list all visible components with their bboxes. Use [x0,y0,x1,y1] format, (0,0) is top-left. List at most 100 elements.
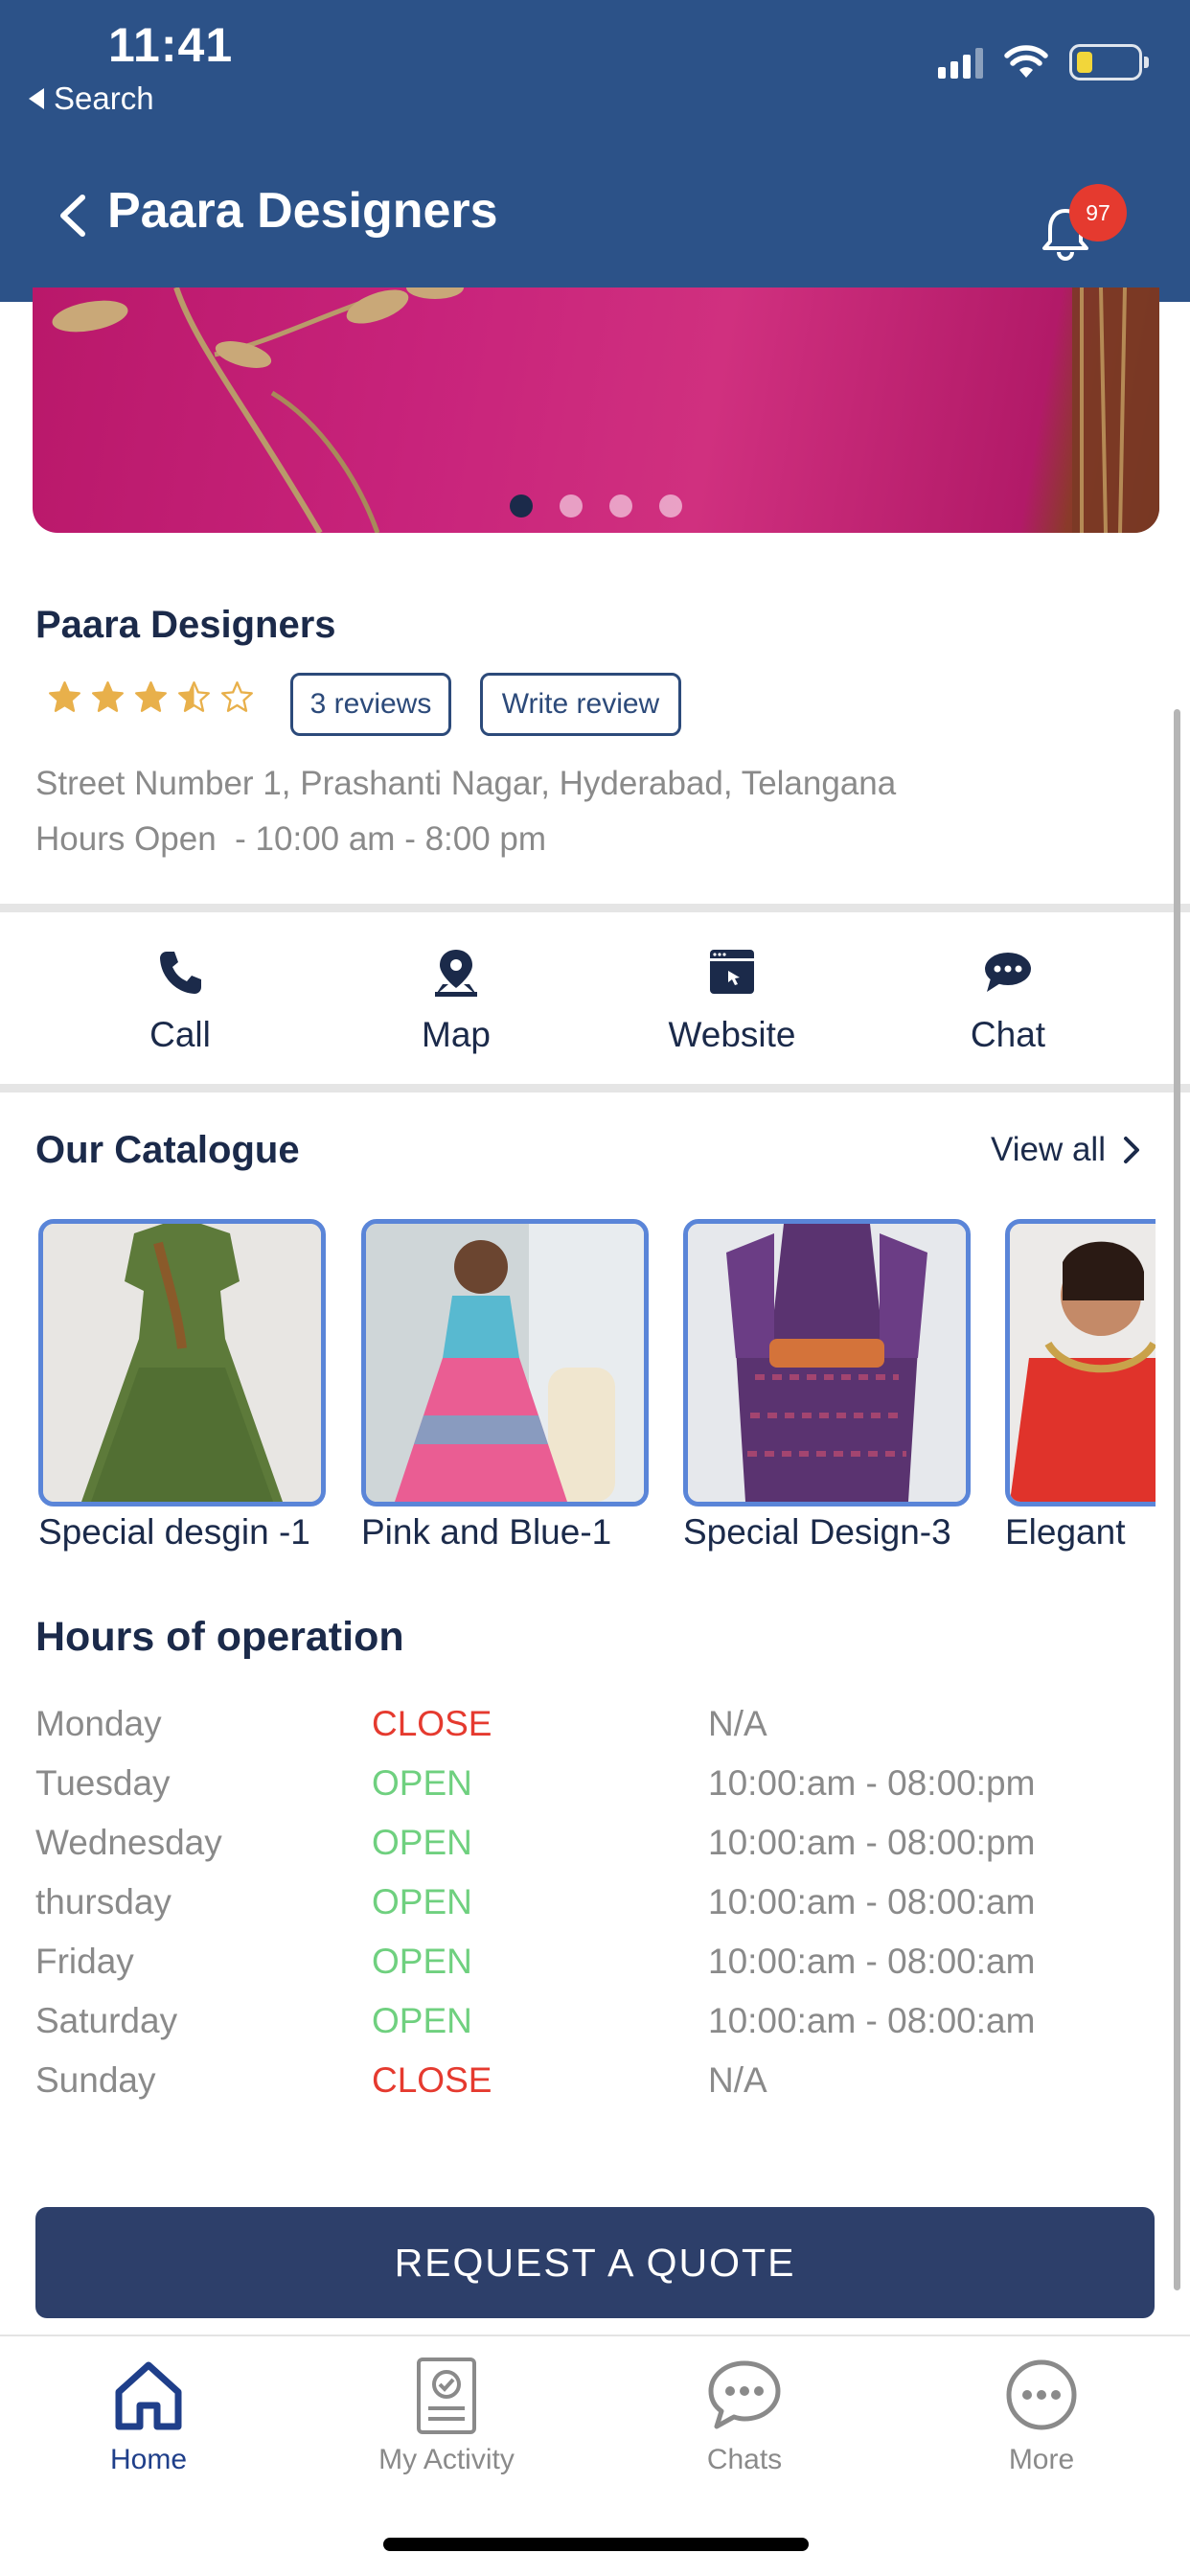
hours-time: 10:00:am - 08:00:pm [708,1823,1036,1862]
section-divider [0,904,1190,912]
rating-stars [48,680,254,714]
status-time: 11:41 [108,18,234,72]
section-divider [0,1084,1190,1092]
more-icon [1006,2359,1077,2430]
hours-time: 10:00:am - 08:00:pm [708,1763,1036,1803]
carousel-dot-1[interactable] [510,494,533,518]
hours-table: Monday CLOSE N/A Tuesday OPEN 10:00:am - 08:0… [35,1704,1147,2120]
business-name: Paara Designers [35,604,336,646]
hours-row: Friday OPEN 10:00:am - 08:00:am [35,1942,1147,2001]
hours-row: thursday OPEN 10:00:am - 08:00:am [35,1882,1147,1942]
cellular-signal-icon [938,46,983,79]
star-empty-icon [221,681,253,712]
hours-time: N/A [708,2060,767,2100]
website-icon [710,950,754,994]
reviews-button[interactable]: 3 reviews [290,673,451,736]
website-label: Website [668,1015,796,1054]
hours-title: Hours of operation [35,1614,404,1660]
catalogue-thumbnail [683,1219,971,1506]
status-back-to-search[interactable]: Search [29,80,154,117]
request-quote-button[interactable]: REQUEST A QUOTE [35,2207,1155,2318]
hours-row: Wednesday OPEN 10:00:am - 08:00:pm [35,1823,1147,1882]
view-all-link[interactable]: View all [991,1131,1140,1169]
home-indicator[interactable] [383,2538,809,2551]
carousel-dot-4[interactable] [659,494,682,518]
tab-home-label: Home [109,2444,188,2475]
back-arrow-icon[interactable] [54,192,92,240]
hours-day: Wednesday [35,1823,222,1862]
catalogue-item[interactable]: Special desgin -1 [38,1219,326,1552]
map-label: Map [422,1015,491,1054]
hours-status: OPEN [372,2001,472,2040]
website-button[interactable]: Website [617,946,847,1055]
hours-row: Monday CLOSE N/A [35,1704,1147,1763]
hours-time: 10:00:am - 08:00:am [708,1942,1036,1981]
tab-home[interactable]: Home [53,2356,244,2476]
app-header: 11:41 Search Paara Designers 97 [0,0,1190,302]
hours-status: OPEN [372,1942,472,1981]
catalogue-item-label: Special desgin -1 [38,1512,310,1552]
write-review-button[interactable]: Write review [480,673,681,736]
hours-status: OPEN [372,1823,472,1862]
hours-day: Saturday [35,2001,178,2040]
catalogue-title: Our Catalogue [35,1129,300,1171]
tab-more[interactable]: More [946,2356,1137,2476]
business-hours-summary: Hours Open - 10:00 am - 8:00 pm [35,820,547,858]
catalogue-item-label: Special Design-3 [683,1512,951,1552]
chat-label: Chat [970,1015,1046,1054]
hours-row: Sunday CLOSE N/A [35,2060,1147,2120]
map-button[interactable]: Map [341,946,571,1055]
hours-day: Sunday [35,2060,156,2100]
call-button[interactable]: Call [65,946,295,1055]
chevron-right-icon [1123,1137,1139,1163]
star-filled-icon [49,681,80,712]
hours-day: thursday [35,1882,172,1921]
catalogue-carousel[interactable]: Special desgin -1 Pink and Blue-1 Specia… [0,1219,1156,1564]
star-filled-icon [135,681,167,712]
view-all-label: View all [991,1131,1106,1168]
chat-button[interactable]: Chat [893,946,1123,1055]
chat-bubble-icon [708,2360,781,2429]
catalogue-item[interactable]: Pink and Blue-1 [361,1219,649,1552]
tab-chats-label: Chats [706,2444,783,2475]
carousel-dot-2[interactable] [560,494,583,518]
catalogue-item[interactable]: Special Design-3 [683,1219,971,1552]
hours-time: 10:00:am - 08:00:am [708,2001,1036,2040]
notification-badge: 97 [1069,184,1127,242]
status-back-label: Search [54,80,154,116]
hours-status: OPEN [372,1763,472,1803]
catalogue-item[interactable]: Elegant [1005,1219,1156,1552]
back-triangle-icon [29,88,44,109]
catalogue-thumbnail [361,1219,649,1506]
activity-icon [417,2358,476,2434]
chat-icon [985,953,1031,992]
home-icon [115,2361,182,2430]
hours-day: Monday [35,1704,162,1743]
scrollbar[interactable] [1174,709,1180,2290]
image-carousel[interactable] [33,288,1159,533]
action-bar: Call Map Website Chat [0,917,1190,1086]
star-filled-icon [92,681,124,712]
tab-chats[interactable]: Chats [649,2356,840,2476]
map-pin-icon [435,950,477,997]
tab-more-label: More [1008,2444,1075,2475]
hours-day: Friday [35,1942,134,1981]
star-half-icon [178,681,210,712]
catalogue-item-label: Pink and Blue-1 [361,1512,612,1552]
hours-row: Saturday OPEN 10:00:am - 08:00:am [35,2001,1147,2060]
business-address: Street Number 1, Prashanti Nagar, Hydera… [35,765,897,802]
call-label: Call [149,1015,211,1054]
hours-status: CLOSE [372,2060,492,2100]
carousel-pagination[interactable] [33,494,1159,518]
hours-time: N/A [708,1704,767,1743]
hours-day: Tuesday [35,1763,171,1803]
tab-my-activity[interactable]: My Activity [351,2356,542,2476]
catalogue-thumbnail [1005,1219,1156,1506]
catalogue-thumbnail [38,1219,326,1506]
phone-icon [160,952,201,994]
hours-status: OPEN [372,1882,472,1921]
carousel-dot-3[interactable] [609,494,632,518]
page-title: Paara Designers [107,183,498,239]
battery-icon [1069,44,1149,80]
hours-row: Tuesday OPEN 10:00:am - 08:00:pm [35,1763,1147,1823]
